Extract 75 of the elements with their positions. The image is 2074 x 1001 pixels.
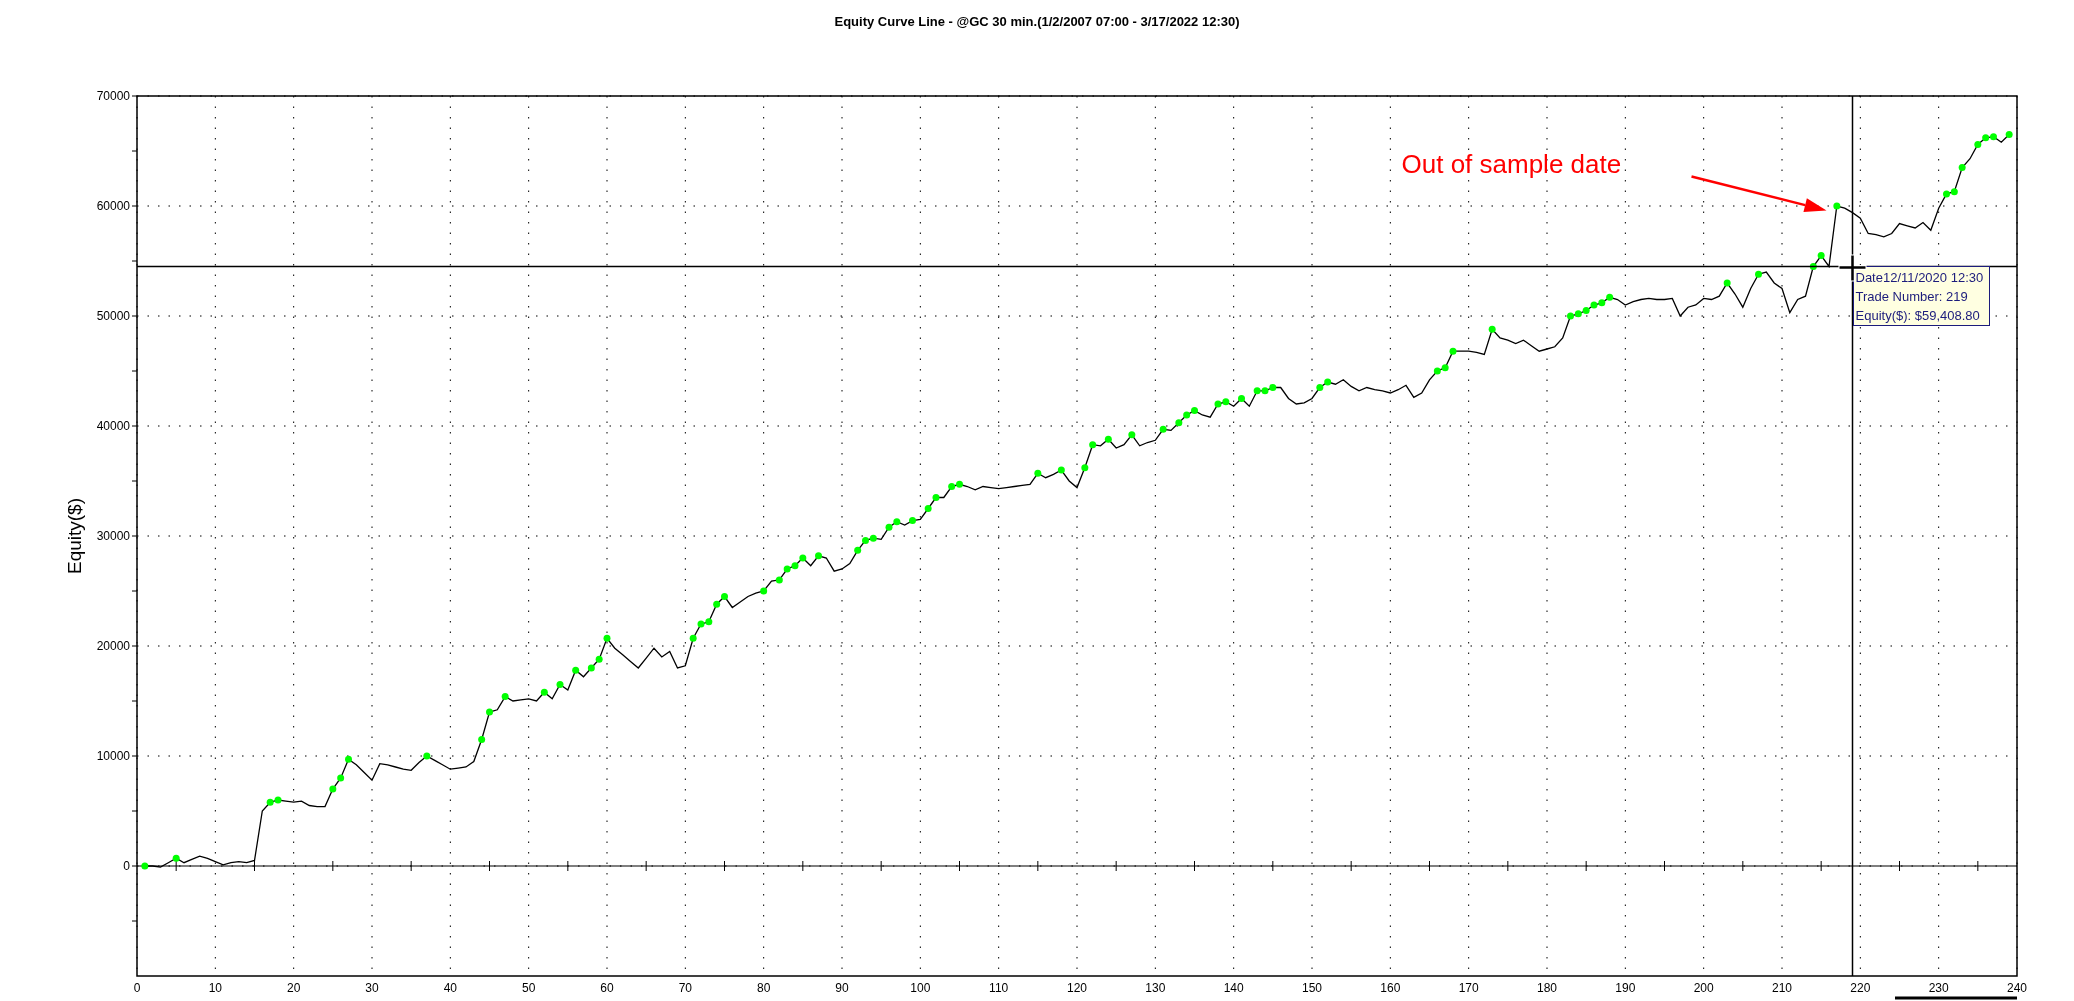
new-high-marker xyxy=(1817,252,1825,259)
new-high-marker xyxy=(572,666,580,674)
new-high-marker xyxy=(760,587,768,595)
y-tick-label: 10000 xyxy=(96,749,130,763)
new-high-marker xyxy=(540,688,548,696)
x-tick-label: 0 xyxy=(133,981,141,995)
x-tick-label: 240 xyxy=(2007,981,2027,995)
new-high-marker xyxy=(1833,202,1841,210)
new-high-marker xyxy=(815,552,822,560)
new-high-marker xyxy=(1081,464,1089,472)
x-tick-label: 150 xyxy=(1302,981,1322,995)
new-high-marker xyxy=(1057,466,1065,474)
x-tick-label: 90 xyxy=(835,981,849,995)
new-high-marker xyxy=(854,546,862,554)
tooltip: Date12/11/2020 12:30 Trade Number: 219 Equity($): $59,408.80 xyxy=(1853,266,1990,326)
new-high-marker xyxy=(775,576,783,584)
x-tick-label: 120 xyxy=(1067,981,1087,995)
new-high-marker xyxy=(1089,441,1097,449)
new-high-marker xyxy=(1809,263,1817,270)
x-tick-label: 180 xyxy=(1537,981,1557,995)
y-tick-label: 70000 xyxy=(96,89,130,103)
new-high-marker xyxy=(329,785,337,793)
x-tick-label: 220 xyxy=(1850,981,1871,995)
new-high-marker xyxy=(337,774,345,782)
x-tick-label: 50 xyxy=(522,981,536,995)
y-tick-label: 60000 xyxy=(96,199,130,213)
new-high-marker xyxy=(1449,347,1457,355)
y-tick-label: 50000 xyxy=(96,309,130,323)
x-tick-label: 20 xyxy=(287,981,301,995)
chart-title: Equity Curve Line - @GC 30 min.(1/2/2007 07:00 - 3/17/2022 12:30) xyxy=(834,14,1240,29)
x-tick-label: 230 xyxy=(1928,981,1949,995)
new-high-marker xyxy=(924,505,932,512)
x-tick-label: 200 xyxy=(1693,981,1714,995)
x-tick-label: 210 xyxy=(1772,981,1792,995)
x-tick-label: 70 xyxy=(678,981,692,995)
new-high-marker xyxy=(1755,270,1762,278)
new-high-marker xyxy=(1128,431,1136,439)
new-high-marker xyxy=(1488,325,1496,333)
x-tick-label: 100 xyxy=(910,981,931,995)
y-tick-label: 20000 xyxy=(96,639,130,653)
x-tick-label: 80 xyxy=(757,981,771,995)
new-high-marker xyxy=(1723,279,1731,287)
x-tick-label: 190 xyxy=(1615,981,1636,995)
x-tick-label: 60 xyxy=(600,981,614,995)
x-tick-label: 130 xyxy=(1145,981,1166,995)
x-tick-label: 110 xyxy=(989,981,1009,995)
new-high-marker xyxy=(1104,435,1112,443)
new-high-marker xyxy=(478,736,486,743)
x-tick-label: 170 xyxy=(1458,981,1479,995)
x-tick-label: 40 xyxy=(443,981,457,995)
y-axis-title: Equity($) xyxy=(64,498,85,574)
x-tick-label: 10 xyxy=(208,981,222,995)
new-high-marker xyxy=(1034,469,1042,477)
new-high-marker xyxy=(556,681,564,688)
new-high-marker xyxy=(2005,131,2013,138)
new-high-marker xyxy=(345,755,352,763)
annotation-label: Out of sample date xyxy=(1401,148,1622,179)
y-tick-label: 30000 xyxy=(96,529,130,543)
new-high-marker xyxy=(172,854,180,862)
new-high-marker xyxy=(603,634,611,642)
new-high-marker xyxy=(423,752,431,760)
new-high-marker xyxy=(932,494,940,501)
new-high-marker xyxy=(501,693,509,701)
new-high-marker xyxy=(909,517,916,525)
x-tick-label: 30 xyxy=(365,981,379,995)
new-high-marker xyxy=(1958,164,1966,171)
new-high-marker xyxy=(1159,425,1167,433)
new-high-marker xyxy=(141,862,149,870)
x-tick-label: 140 xyxy=(1223,981,1244,995)
new-high-marker xyxy=(689,634,697,642)
x-tick-label: 160 xyxy=(1380,981,1401,995)
new-high-marker xyxy=(486,708,493,716)
y-tick-label: 40000 xyxy=(96,419,130,433)
new-high-marker xyxy=(1238,395,1245,402)
y-tick-label: 0 xyxy=(123,859,130,873)
